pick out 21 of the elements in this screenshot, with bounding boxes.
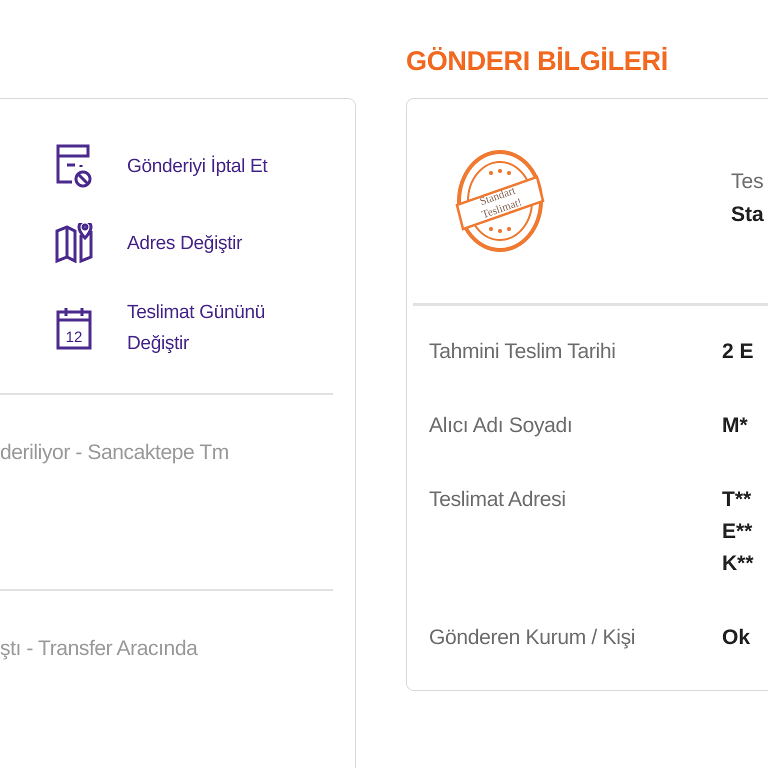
action-link[interactable]: Teslimat Gününü Değiştir	[127, 297, 297, 359]
field-value: Sta	[731, 202, 764, 228]
field-value: T**	[722, 487, 752, 513]
field-value: E**	[722, 519, 752, 545]
field-label: Tes	[731, 169, 764, 195]
section-title: GÖNDERI BİLGİLERİ	[406, 46, 668, 77]
field-value: K**	[722, 551, 754, 577]
field-label: Teslimat Adresi	[428, 487, 566, 513]
field-value: Ok	[722, 625, 750, 651]
action-link[interactable]: Gönderiyi İptal Et	[127, 150, 297, 182]
map-pin-icon	[55, 223, 93, 263]
field-label: Tahmini Teslim Tarihi	[428, 339, 616, 365]
field-label: Gönderen Kurum / Kişi	[428, 625, 636, 651]
action-link[interactable]: Adres Değiştir	[127, 228, 297, 258]
cancel-icon	[55, 143, 93, 189]
field-label: Alıcı Adı Soyadı	[428, 413, 572, 439]
field-value: M*	[722, 413, 748, 439]
calendar-day-text: 12	[66, 329, 82, 346]
tracking-event-text: ştı - Transfer Aracında	[0, 637, 198, 661]
tracking-event-text: deriliyor - Sancaktepe Tm	[0, 441, 229, 465]
field-value: 2 E	[722, 339, 754, 365]
